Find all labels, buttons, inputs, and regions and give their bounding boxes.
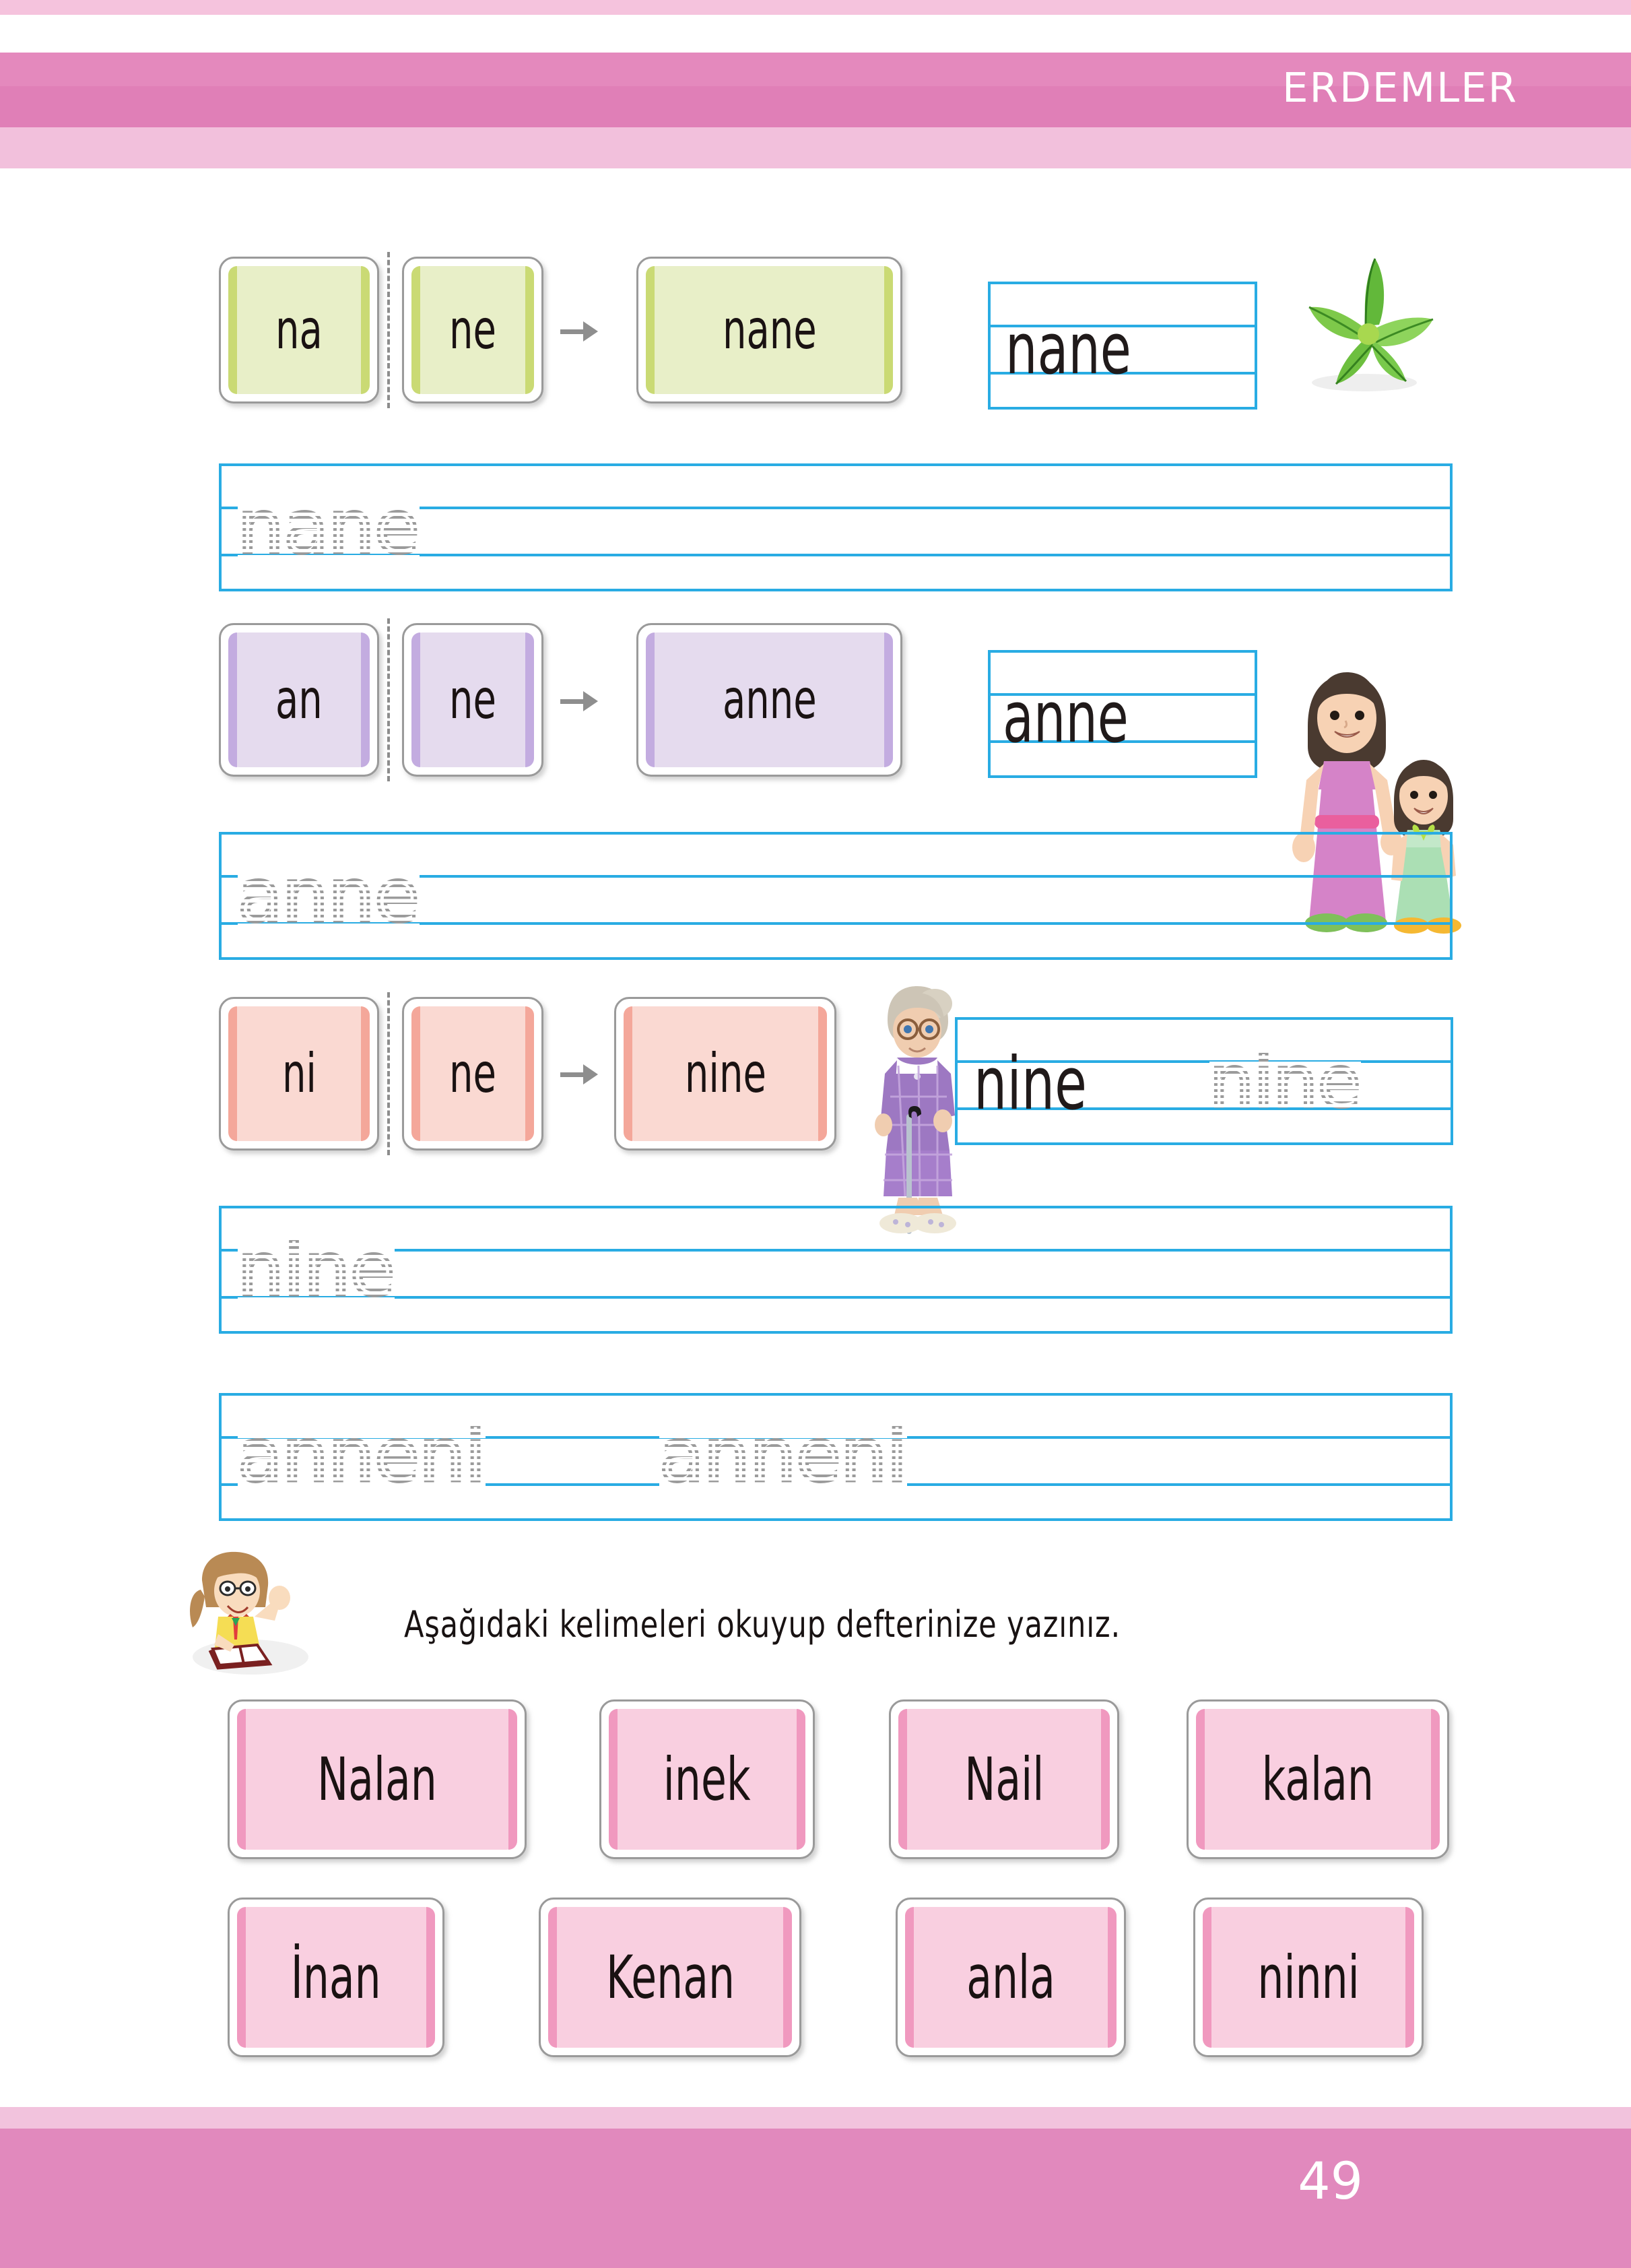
word-card-nine-inner: nine xyxy=(624,1006,827,1141)
ruled-box-nane-content: nane xyxy=(991,284,1255,407)
word-card-nine-label: nine xyxy=(684,1042,766,1105)
syllable-card-ne-2-label: ne xyxy=(449,668,496,731)
syllable-card-ne-3[interactable]: ne xyxy=(402,997,543,1151)
trace-line-anne-content: anne xyxy=(222,835,1450,957)
trace-line-nine-content: nine xyxy=(222,1208,1450,1331)
word-bank-card-kenan[interactable]: Kenan xyxy=(539,1898,801,2057)
trace-word-nine: nine xyxy=(236,1228,396,1312)
word-bank-card-nail-label: Nail xyxy=(964,1744,1044,1814)
footer-band-main xyxy=(0,2129,1631,2268)
word-bank-card-inan-label: İnan xyxy=(290,1942,382,2012)
mint-leaves-image xyxy=(1308,258,1434,391)
word-card-nine[interactable]: nine xyxy=(614,997,836,1151)
word-bank-card-kalan-label: kalan xyxy=(1261,1744,1374,1814)
trace-line-anneni[interactable]: anneni anneni xyxy=(219,1393,1453,1521)
word-bank-card-anla[interactable]: anla xyxy=(896,1898,1126,2057)
syllable-card-an[interactable]: an xyxy=(219,623,379,777)
word-bank-card-anla-inner: anla xyxy=(905,1907,1117,2048)
syllable-card-na-inner: na xyxy=(228,266,370,394)
arrow-right-icon-3 xyxy=(560,1064,598,1084)
word-bank-card-nalan[interactable]: Nalan xyxy=(228,1699,527,1859)
word-bank-card-ninni[interactable]: ninni xyxy=(1193,1898,1424,2057)
trace-word-anneni-2: anneni xyxy=(658,1414,909,1498)
syllable-card-ne-2-inner: ne xyxy=(411,633,534,767)
trace-line-nane[interactable]: nane xyxy=(219,463,1453,591)
girl-reading-book-image xyxy=(190,1551,308,1675)
syllable-card-ne-3-label: ne xyxy=(449,1042,496,1105)
ruled-box-nine-content: nine nine xyxy=(958,1020,1451,1142)
word-bank-card-kenan-inner: Kenan xyxy=(548,1907,792,2048)
syllable-separator-1 xyxy=(387,252,390,408)
ruled-box-nane[interactable]: nane xyxy=(988,282,1257,410)
header-band-bottom-light xyxy=(0,127,1631,168)
syllable-card-ne-1-label: ne xyxy=(449,298,496,361)
trace-line-anneni-content: anneni anneni xyxy=(222,1396,1450,1518)
word-card-anne-label: anne xyxy=(722,668,817,731)
syllable-card-ni-label: ni xyxy=(281,1042,317,1105)
page-number: 49 xyxy=(1298,2151,1363,2211)
word-bank-card-kalan-inner: kalan xyxy=(1196,1709,1440,1850)
ruled-word-anne: anne xyxy=(1003,676,1129,758)
ruled-box-anne-content: anne xyxy=(991,653,1255,775)
word-card-anne[interactable]: anne xyxy=(636,623,902,777)
syllable-card-ne-1-inner: ne xyxy=(411,266,534,394)
trace-line-nane-content: nane xyxy=(222,466,1450,589)
syllable-card-na[interactable]: na xyxy=(219,257,379,403)
syllable-separator-2 xyxy=(387,618,390,781)
word-bank-card-nail[interactable]: Nail xyxy=(889,1699,1119,1859)
word-card-anne-inner: anne xyxy=(646,633,893,767)
ruled-box-anne[interactable]: anne xyxy=(988,650,1257,778)
syllable-card-an-inner: an xyxy=(228,633,370,767)
syllable-card-ni-inner: ni xyxy=(228,1006,370,1141)
word-bank-card-anla-label: anla xyxy=(966,1942,1055,2012)
syllable-separator-3 xyxy=(387,992,390,1155)
ruled-word-nine-dotted: nine xyxy=(1208,1041,1363,1123)
word-bank-card-inan-inner: İnan xyxy=(237,1907,435,2048)
word-bank-card-nalan-label: Nalan xyxy=(317,1744,437,1814)
ruled-box-nine[interactable]: nine nine xyxy=(955,1017,1453,1145)
word-bank-card-kalan[interactable]: kalan xyxy=(1187,1699,1449,1859)
word-bank-card-inan[interactable]: İnan xyxy=(228,1898,444,2057)
header-band-top-light xyxy=(0,0,1631,15)
ruled-word-nane: nane xyxy=(1005,308,1131,390)
word-bank-card-ninni-inner: ninni xyxy=(1203,1907,1414,2048)
word-card-nane-label: nane xyxy=(722,298,817,361)
trace-word-anneni-1: anneni xyxy=(236,1414,488,1498)
word-bank-card-inek-inner: inek xyxy=(609,1709,805,1850)
word-bank-card-nalan-inner: Nalan xyxy=(237,1709,517,1850)
syllable-card-ni[interactable]: ni xyxy=(219,997,379,1151)
syllable-card-na-label: na xyxy=(275,298,323,361)
word-bank-card-ninni-label: ninni xyxy=(1257,1942,1360,2012)
syllable-card-ne-3-inner: ne xyxy=(411,1006,534,1141)
trace-line-nine[interactable]: nine xyxy=(219,1206,1453,1334)
trace-line-anne[interactable]: anne xyxy=(219,832,1453,960)
syllable-card-ne-1[interactable]: ne xyxy=(402,257,543,403)
word-bank-card-kenan-label: Kenan xyxy=(605,1942,735,2012)
syllable-card-ne-2[interactable]: ne xyxy=(402,623,543,777)
syllable-card-an-label: an xyxy=(275,668,323,731)
instruction-text: Aşağıdaki kelimeleri okuyup defterinize … xyxy=(404,1603,1121,1646)
arrow-right-icon-2 xyxy=(560,691,598,711)
footer-band-light xyxy=(0,2107,1631,2129)
ruled-word-nine-solid: nine xyxy=(974,1042,1088,1126)
arrow-right-icon-1 xyxy=(560,321,598,342)
word-card-nane[interactable]: nane xyxy=(636,257,902,403)
word-bank-card-nail-inner: Nail xyxy=(898,1709,1110,1850)
word-bank-card-inek[interactable]: inek xyxy=(599,1699,815,1859)
word-card-nane-inner: nane xyxy=(646,266,893,394)
word-bank-card-inek-label: inek xyxy=(663,1744,751,1814)
trace-word-anne: anne xyxy=(236,854,422,938)
trace-word-nane: nane xyxy=(236,486,422,570)
header-title: ERDEMLER xyxy=(1282,64,1518,112)
